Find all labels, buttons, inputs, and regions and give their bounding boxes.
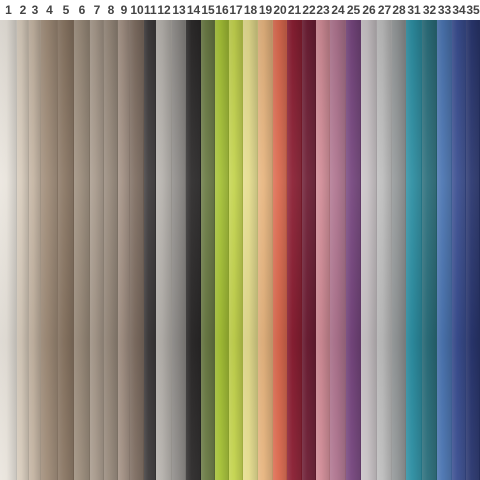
swatch-number-label: 15 xyxy=(201,3,215,17)
swatch-number-label: 10 xyxy=(130,3,144,17)
swatch-17 xyxy=(229,20,243,480)
swatch-card: 1 2 3 4 5 6 7 8 9 10 11 12 13 14 15 16 17 18 19 20 21 22 23 24 2… xyxy=(0,0,480,480)
swatch-6 xyxy=(74,20,90,480)
swatch-22 xyxy=(302,20,316,480)
swatch-number-label: 23 xyxy=(316,3,330,17)
swatch-8 xyxy=(104,20,118,480)
swatch-12 xyxy=(156,20,172,480)
swatch-31 xyxy=(406,20,422,480)
swatch-15 xyxy=(201,20,215,480)
swatch-number-label: 32 xyxy=(422,3,437,17)
swatch-number-label: 33 xyxy=(437,3,452,17)
swatch-number-label: 28 xyxy=(392,3,406,17)
swatch-number-label: 35 xyxy=(466,3,480,17)
swatch-number-label: 2 xyxy=(19,3,27,17)
swatch-27 xyxy=(377,20,392,480)
fabric-swatches xyxy=(0,20,480,480)
swatch-32 xyxy=(422,20,437,480)
swatch-25 xyxy=(346,20,361,480)
swatch-number-label: 34 xyxy=(452,3,466,17)
swatch-13 xyxy=(172,20,186,480)
swatch-number-label: 18 xyxy=(243,3,258,17)
swatch-number-label: 25 xyxy=(346,3,361,17)
swatch-3 xyxy=(29,20,41,480)
swatch-18 xyxy=(243,20,258,480)
swatch-number-label: 12 xyxy=(157,3,171,17)
swatch-number-label: 9 xyxy=(120,3,128,17)
swatch-number-label: 17 xyxy=(229,3,243,17)
swatch-number-label: 13 xyxy=(172,3,186,17)
swatch-number-label: 19 xyxy=(258,3,273,17)
swatch-number-label: 11 xyxy=(144,3,157,17)
swatch-5 xyxy=(58,20,74,480)
swatch-20 xyxy=(273,20,287,480)
swatch-4 xyxy=(41,20,58,480)
swatch-16 xyxy=(215,20,229,480)
swatch-33 xyxy=(437,20,452,480)
swatch-number-label: 21 xyxy=(287,3,302,17)
swatch-34 xyxy=(452,20,466,480)
swatch-26 xyxy=(361,20,377,480)
swatch-number-label: 20 xyxy=(273,3,287,17)
swatch-number-label: 24 xyxy=(331,3,345,17)
swatch-9 xyxy=(118,20,130,480)
swatch-number-label: 26 xyxy=(362,3,376,17)
swatch-23 xyxy=(316,20,330,480)
swatch-11 xyxy=(144,20,156,480)
swatch-number-label: 22 xyxy=(302,3,316,17)
swatch-number-label: 31 xyxy=(407,3,421,17)
swatch-28 xyxy=(392,20,406,480)
swatch-number-label: 8 xyxy=(107,3,115,17)
swatch-number-label: 5 xyxy=(62,3,70,17)
swatch-7 xyxy=(90,20,104,480)
swatch-number-label: 27 xyxy=(377,3,392,17)
swatch-1 xyxy=(0,20,17,480)
swatch-number-label: 6 xyxy=(78,3,86,17)
swatch-number-label: 14 xyxy=(186,3,201,17)
swatch-21 xyxy=(287,20,302,480)
swatch-number-label: 7 xyxy=(93,3,101,17)
swatch-19 xyxy=(258,20,273,480)
swatch-24 xyxy=(330,20,346,480)
swatch-14 xyxy=(186,20,201,480)
swatch-number-label: 3 xyxy=(31,3,39,17)
swatch-10 xyxy=(130,20,144,480)
swatch-35 xyxy=(466,20,480,480)
swatch-number-label: 4 xyxy=(46,3,53,17)
swatch-number-label: 1 xyxy=(5,3,12,17)
swatch-2 xyxy=(17,20,29,480)
swatch-number-label: 16 xyxy=(215,3,229,17)
